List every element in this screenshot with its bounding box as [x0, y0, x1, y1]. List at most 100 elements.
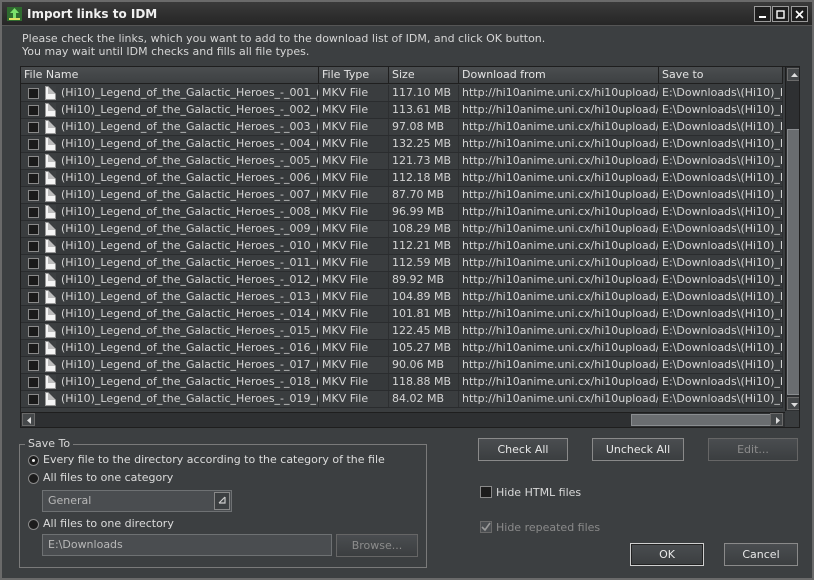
size-cell: 117.10 MB [389, 85, 459, 101]
row-checkbox[interactable] [28, 105, 39, 116]
row-checkbox[interactable] [28, 258, 39, 269]
row-checkbox[interactable] [28, 241, 39, 252]
table-row[interactable]: (Hi10)_Legend_of_the_Galactic_Heroes_-_0… [21, 102, 783, 119]
title-bar[interactable]: Import links to IDM [2, 2, 812, 26]
window-title: Import links to IDM [27, 7, 158, 21]
row-checkbox[interactable] [28, 224, 39, 235]
download-from-cell: http://hi10anime.uni.cx/hi10upload/... [459, 340, 659, 356]
maximize-button[interactable] [772, 6, 789, 22]
ok-button[interactable]: OK [630, 543, 704, 566]
file-name-cell: (Hi10)_Legend_of_the_Galactic_Heroes_-_0… [61, 102, 319, 118]
table-row[interactable]: (Hi10)_Legend_of_the_Galactic_Heroes_-_0… [21, 221, 783, 238]
scroll-right-button[interactable] [770, 413, 783, 426]
row-checkbox[interactable] [28, 326, 39, 337]
file-type-cell: MKV File [319, 170, 389, 186]
row-checkbox[interactable] [28, 377, 39, 388]
row-checkbox[interactable] [28, 207, 39, 218]
save-to-group: Save To Every file to the directory acco… [19, 437, 427, 568]
table-row[interactable]: (Hi10)_Legend_of_the_Galactic_Heroes_-_0… [21, 374, 783, 391]
row-checkbox[interactable] [28, 190, 39, 201]
table-row[interactable]: (Hi10)_Legend_of_the_Galactic_Heroes_-_0… [21, 323, 783, 340]
save-to-cell: E:\Downloads\(Hi10)_Leg [659, 391, 783, 407]
size-cell: 84.02 MB [389, 391, 459, 407]
size-cell: 118.88 MB [389, 374, 459, 390]
hide-html-checkbox[interactable] [480, 486, 492, 498]
file-name-cell: (Hi10)_Legend_of_the_Galactic_Heroes_-_0… [61, 306, 319, 322]
vertical-scrollbar[interactable] [785, 67, 799, 411]
radio-one-category[interactable] [28, 473, 39, 484]
column-download-from[interactable]: Download from [459, 67, 659, 84]
column-file-type[interactable]: File Type [319, 67, 389, 84]
row-checkbox[interactable] [28, 360, 39, 371]
table-row[interactable]: (Hi10)_Legend_of_the_Galactic_Heroes_-_0… [21, 340, 783, 357]
file-icon [45, 137, 56, 151]
row-checkbox[interactable] [28, 275, 39, 286]
row-checkbox[interactable] [28, 139, 39, 150]
table-row[interactable]: (Hi10)_Legend_of_the_Galactic_Heroes_-_0… [21, 391, 783, 408]
table-row[interactable]: (Hi10)_Legend_of_the_Galactic_Heroes_-_0… [21, 255, 783, 272]
radio-one-directory-label[interactable]: All files to one directory [43, 517, 174, 530]
radio-one-directory[interactable] [28, 519, 39, 530]
table-row[interactable]: (Hi10)_Legend_of_the_Galactic_Heroes_-_0… [21, 136, 783, 153]
file-icon [45, 239, 56, 253]
row-checkbox[interactable] [28, 156, 39, 167]
save-to-cell: E:\Downloads\(Hi10)_Leg [659, 170, 783, 186]
cancel-button[interactable]: Cancel [724, 543, 798, 566]
close-button[interactable] [791, 6, 808, 22]
edit-button[interactable]: Edit... [708, 438, 798, 461]
browse-button[interactable]: Browse... [336, 534, 418, 557]
uncheck-all-button[interactable]: Uncheck All [592, 438, 684, 461]
scroll-left-button[interactable] [22, 413, 35, 426]
column-save-to[interactable]: Save to [659, 67, 783, 84]
save-to-cell: E:\Downloads\(Hi10)_Leg [659, 357, 783, 373]
size-cell: 113.61 MB [389, 102, 459, 118]
file-type-cell: MKV File [319, 306, 389, 322]
row-checkbox[interactable] [28, 88, 39, 99]
radio-category-each-label[interactable]: Every file to the directory according to… [43, 453, 385, 466]
row-checkbox[interactable] [28, 394, 39, 405]
minimize-button[interactable] [754, 6, 771, 22]
download-from-cell: http://hi10anime.uni.cx/hi10upload/... [459, 391, 659, 407]
file-name-cell: (Hi10)_Legend_of_the_Galactic_Heroes_-_0… [61, 238, 319, 254]
row-checkbox[interactable] [28, 309, 39, 320]
table-row[interactable]: (Hi10)_Legend_of_the_Galactic_Heroes_-_0… [21, 238, 783, 255]
horizontal-scroll-thumb[interactable] [631, 414, 771, 426]
scroll-up-button[interactable] [787, 68, 799, 81]
table-row[interactable]: (Hi10)_Legend_of_the_Galactic_Heroes_-_0… [21, 357, 783, 374]
table-row[interactable]: (Hi10)_Legend_of_the_Galactic_Heroes_-_0… [21, 289, 783, 306]
table-row[interactable]: (Hi10)_Legend_of_the_Galactic_Heroes_-_0… [21, 119, 783, 136]
category-combo[interactable]: General [42, 490, 232, 512]
row-checkbox[interactable] [28, 122, 39, 133]
download-from-cell: http://hi10anime.uni.cx/hi10upload/... [459, 374, 659, 390]
directory-input[interactable]: E:\Downloads [42, 534, 332, 556]
save-to-cell: E:\Downloads\(Hi10)_Leg [659, 204, 783, 220]
row-checkbox[interactable] [28, 343, 39, 354]
table-row[interactable]: (Hi10)_Legend_of_the_Galactic_Heroes_-_0… [21, 170, 783, 187]
radio-category-each[interactable] [28, 455, 39, 466]
row-checkbox[interactable] [28, 173, 39, 184]
table-row[interactable]: (Hi10)_Legend_of_the_Galactic_Heroes_-_0… [21, 204, 783, 221]
file-type-cell: MKV File [319, 221, 389, 237]
column-file-name[interactable]: File Name [21, 67, 319, 84]
hide-html-label[interactable]: Hide HTML files [496, 486, 581, 499]
row-checkbox[interactable] [28, 292, 39, 303]
table-row[interactable]: (Hi10)_Legend_of_the_Galactic_Heroes_-_0… [21, 153, 783, 170]
file-type-cell: MKV File [319, 85, 389, 101]
horizontal-scrollbar[interactable] [21, 412, 785, 427]
check-all-button[interactable]: Check All [478, 438, 568, 461]
table-row[interactable]: (Hi10)_Legend_of_the_Galactic_Heroes_-_0… [21, 272, 783, 289]
radio-one-category-label[interactable]: All files to one category [43, 471, 173, 484]
hide-repeated-checkbox[interactable] [480, 521, 492, 533]
table-row[interactable]: (Hi10)_Legend_of_the_Galactic_Heroes_-_0… [21, 85, 783, 102]
table-row[interactable]: (Hi10)_Legend_of_the_Galactic_Heroes_-_0… [21, 306, 783, 323]
scroll-down-button[interactable] [787, 397, 799, 410]
hide-repeated-label[interactable]: Hide repeated files [496, 521, 600, 534]
file-name-cell: (Hi10)_Legend_of_the_Galactic_Heroes_-_0… [61, 357, 319, 373]
file-type-cell: MKV File [319, 102, 389, 118]
table-row[interactable]: (Hi10)_Legend_of_the_Galactic_Heroes_-_0… [21, 187, 783, 204]
arrow-left-icon [27, 417, 31, 424]
combo-dropdown-button[interactable] [214, 492, 230, 510]
column-size[interactable]: Size [389, 67, 459, 84]
file-icon [45, 256, 56, 270]
vertical-scroll-thumb[interactable] [787, 129, 799, 395]
